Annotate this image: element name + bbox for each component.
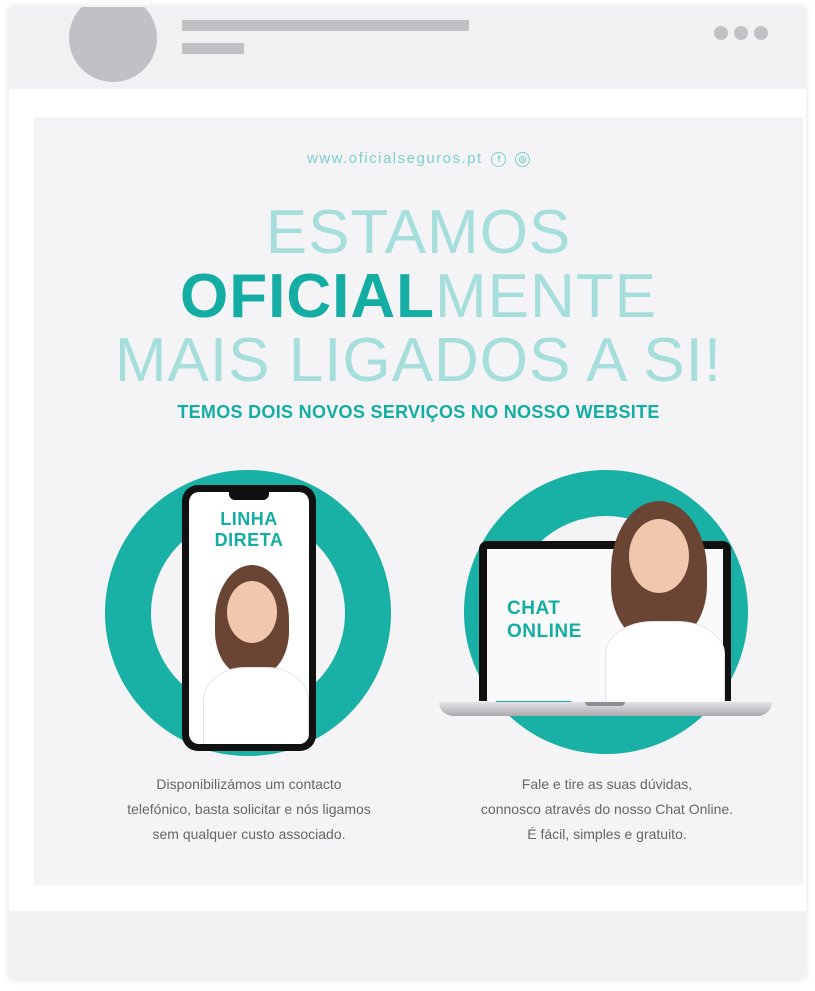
description-line: É fácil, simples e gratuito. — [527, 826, 687, 842]
dot — [734, 26, 748, 40]
facebook-icon: f — [491, 151, 507, 167]
linha-direta-title: LINHA DIRETA — [189, 509, 309, 551]
description-line: connosco através do nosso Chat Online. — [480, 801, 734, 817]
face — [629, 519, 689, 593]
operator-photo — [599, 501, 739, 703]
headline-light: MENTE — [434, 262, 657, 331]
laptop-base — [439, 702, 772, 716]
ad-image[interactable]: www.oficialseguros.pt f ◎ ESTAMOS OFICIA… — [34, 117, 803, 885]
phone-notch — [229, 492, 269, 500]
instagram-icon: ◎ — [515, 151, 531, 167]
phone-illustration: LINHA DIRETA — [182, 485, 316, 751]
author-name-placeholder — [182, 20, 469, 31]
phone-screen: LINHA DIRETA — [189, 492, 309, 744]
description-line: Fale e tire as suas dúvidas, — [521, 776, 693, 792]
website-url-row: www.oficialseguros.pt f ◎ — [34, 150, 803, 167]
shirt — [605, 621, 725, 703]
description-line: sem qualquer custo associado. — [152, 826, 346, 842]
more-options-icon[interactable] — [714, 26, 768, 40]
dot — [754, 26, 768, 40]
avatar[interactable] — [69, 7, 157, 82]
headline-line2: OFICIALMENTE — [34, 265, 803, 329]
laptop-notch — [585, 702, 625, 706]
linha-direta-description: Disponibilizámos um contacto telefónico,… — [84, 772, 414, 847]
title-line: DIRETA — [214, 530, 284, 550]
chat-online-title: CHAT ONLINE — [507, 597, 582, 643]
post-footer — [9, 911, 806, 979]
headline-strong: OFICIAL — [180, 262, 435, 331]
shirt — [203, 667, 309, 744]
description-line: telefónico, basta solicitar e nós ligamo… — [127, 801, 371, 817]
description-line: Disponibilizámos um contacto — [156, 776, 342, 792]
website-url: www.oficialseguros.pt — [306, 150, 483, 167]
post-date-placeholder — [182, 43, 244, 54]
face — [227, 581, 277, 643]
operator-photo — [197, 557, 309, 744]
title-line: LINHA — [220, 509, 278, 529]
headline-line1: ESTAMOS — [265, 198, 572, 267]
dot — [714, 26, 728, 40]
social-post-mockup: www.oficialseguros.pt f ◎ ESTAMOS OFICIA… — [9, 7, 806, 979]
title-line: ONLINE — [507, 621, 582, 642]
chat-online-description: Fale e tire as suas dúvidas, connosco at… — [442, 772, 772, 847]
subheadline: TEMOS DOIS NOVOS SERVIÇOS NO NOSSO WEBSI… — [177, 402, 660, 422]
headline-line3: MAIS LIGADOS A SI! — [114, 326, 723, 395]
title-line: CHAT — [507, 598, 561, 619]
post-header — [9, 7, 806, 89]
